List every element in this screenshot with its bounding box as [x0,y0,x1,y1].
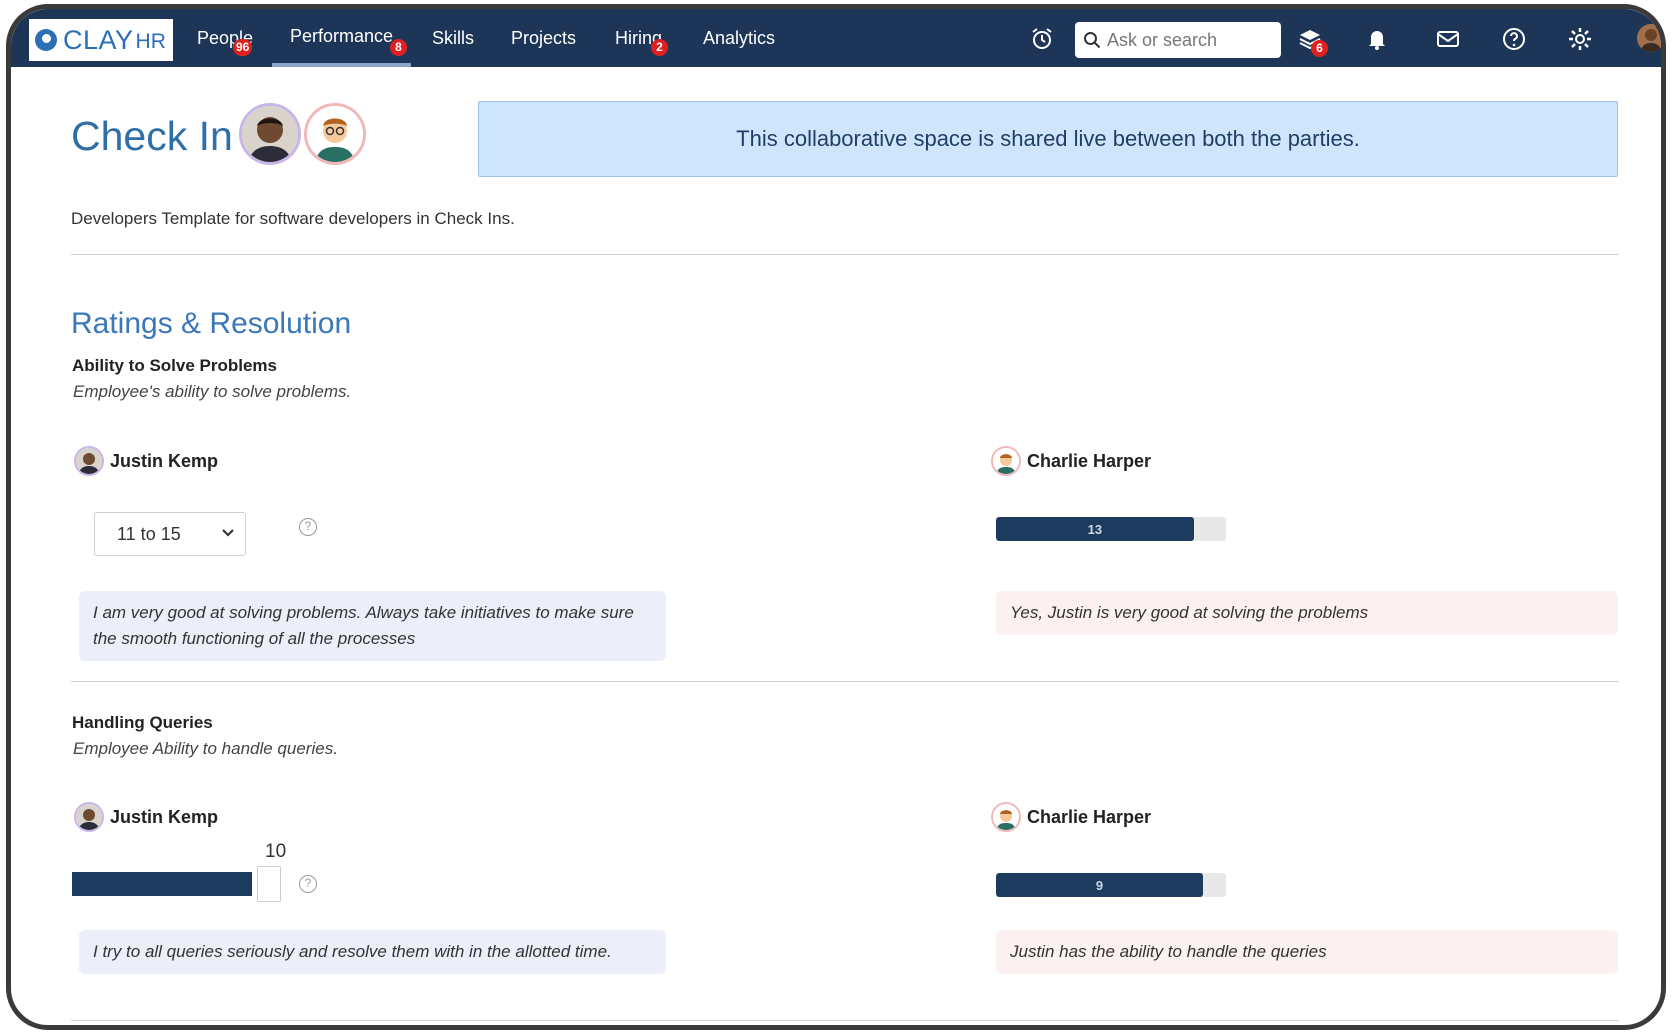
manager-name: Charlie Harper [1027,450,1152,471]
search-input[interactable] [1107,29,1267,51]
employee-comment: I try to all queries seriously and resol… [79,930,666,974]
manager-comment: Yes, Justin is very good at solving the … [996,591,1618,635]
logo-sub: HR [135,30,166,53]
slider-value: 10 [265,841,287,862]
manager-comment: Justin has the ability to handle the que… [996,930,1618,974]
mail-icon[interactable] [1435,26,1461,52]
employee-comment: I am very good at solving problems. Alwa… [79,591,666,661]
performance-badge: 8 [390,39,407,56]
question-title: Ability to Solve Problems [72,356,277,375]
employee-avatar [239,103,301,165]
nav-hiring[interactable]: Hiring 2 [615,9,668,67]
nav-people[interactable]: People 96 [197,9,253,67]
manager-avatar-small [991,802,1021,832]
template-description: Developers Template for software develop… [71,209,515,228]
rating-value: 9 [1095,877,1104,893]
section-title: Ratings & Resolution [71,307,352,340]
employee-avatar-small [74,802,104,832]
clayhr-logo[interactable]: CLAY HR [29,19,173,61]
manager-label: Charlie Harper [991,802,1151,832]
manager-rating-bar: 13 [996,517,1226,541]
employee-label: Justin Kemp [74,802,218,832]
employee-label: Justin Kemp [74,446,218,476]
manager-label: Charlie Harper [991,446,1151,476]
select-value: 11 to 15 [117,523,181,544]
bell-icon[interactable] [1364,26,1390,52]
rating-select[interactable]: 11 to 15 [94,512,246,556]
employee-avatar-small [74,446,104,476]
alarm-clock-icon[interactable] [1029,26,1055,52]
page-title: Check In [71,113,233,159]
nav-analytics[interactable]: Analytics [703,9,775,67]
layers-icon[interactable]: 6 [1297,26,1328,57]
logo-text: CLAY [63,24,134,55]
manager-rating-fill: 13 [996,517,1194,541]
help-icon[interactable]: ? [299,875,317,893]
rating-value: 13 [1087,521,1103,537]
nav-projects[interactable]: Projects [511,9,576,67]
hiring-badge: 2 [651,39,668,56]
logo-mark-icon [35,29,57,51]
divider [71,254,1619,255]
search-icon [1084,32,1101,49]
nav-skills[interactable]: Skills [432,9,474,67]
rating-slider-handle[interactable] [257,866,281,902]
question-subtitle: Employee's ability to solve problems. [73,382,352,401]
manager-rating-bar: 9 [996,873,1226,897]
user-avatar[interactable] [1637,24,1661,52]
nav-label: Skills [432,27,475,48]
nav-label: Projects [511,27,577,48]
help-icon[interactable] [1501,26,1527,52]
manager-avatar-small [991,446,1021,476]
nav-label: Performance [290,25,394,46]
banner-text: This collaborative space is shared live … [736,126,1360,151]
manager-name: Charlie Harper [1027,806,1152,827]
employee-name: Justin Kemp [110,450,219,471]
chevron-down-icon [222,529,234,537]
question-subtitle: Employee Ability to handle queries. [73,739,338,758]
employee-name: Justin Kemp [110,806,219,827]
nav-performance[interactable]: Performance 8 [272,9,412,67]
collaboration-banner: This collaborative space is shared live … [478,101,1618,177]
question-title: Handling Queries [72,713,213,732]
help-icon[interactable]: ? [299,518,317,536]
people-badge: 96 [233,39,253,56]
nav-label: Analytics [703,27,776,48]
gear-icon[interactable] [1567,26,1593,52]
divider [71,1020,1619,1021]
rating-slider-track[interactable] [72,872,252,896]
manager-rating-fill: 9 [996,873,1203,897]
app-window: CLAY HR People 96 Performance 8 Skills P… [6,4,1666,1030]
divider [71,681,1619,682]
search-box[interactable] [1075,22,1281,58]
layers-badge: 6 [1311,40,1328,57]
top-navigation-bar: CLAY HR People 96 Performance 8 Skills P… [11,9,1661,67]
manager-avatar [304,103,366,165]
